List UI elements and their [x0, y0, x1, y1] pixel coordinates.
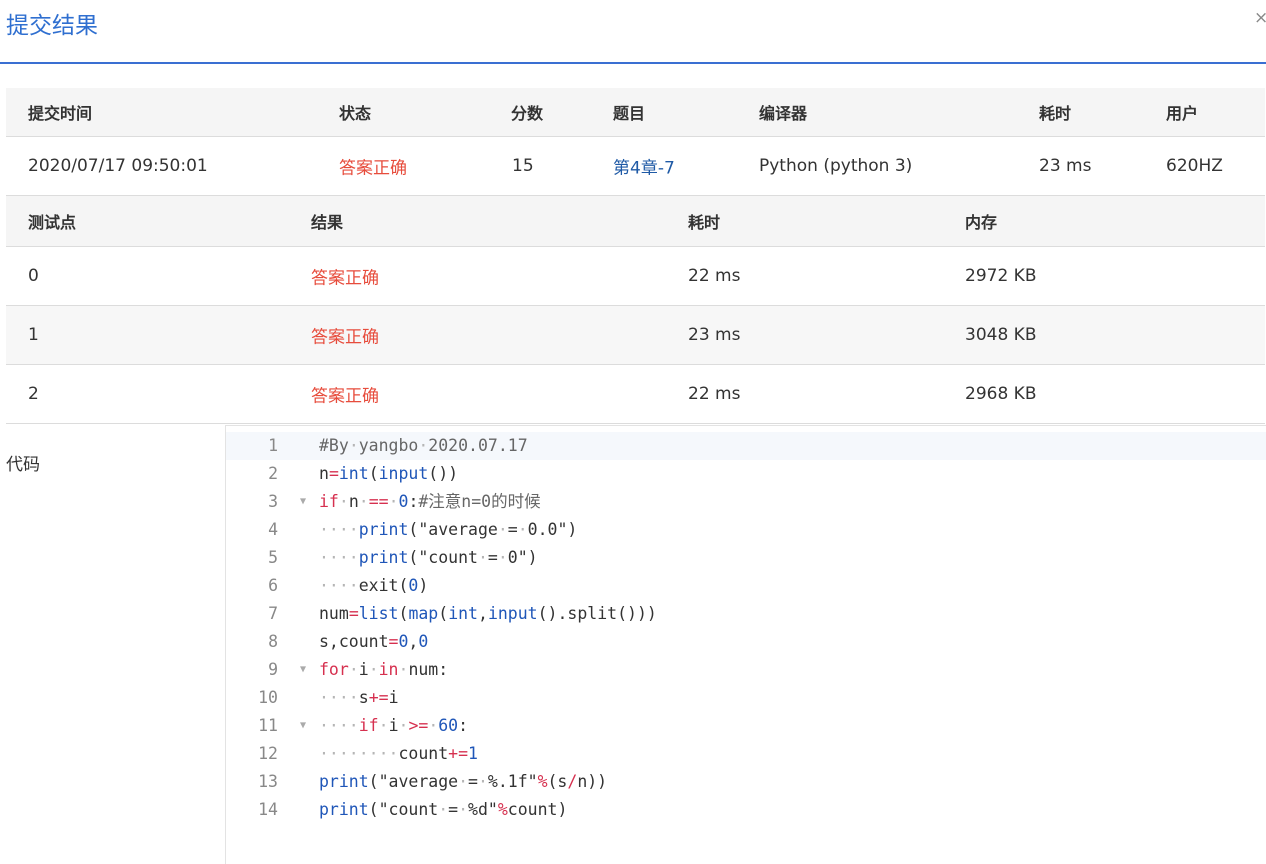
- problem-link[interactable]: 第4章-7: [613, 154, 675, 179]
- test-id: 0: [28, 266, 39, 286]
- code-text: n=int(input()): [319, 464, 459, 483]
- submit-time: 2020/07/17 09:50:01: [28, 156, 208, 176]
- test-memory: 3048 KB: [965, 325, 1037, 345]
- col-elapsed: 耗时: [1039, 104, 1072, 123]
- code-text: ····if·i·>=·60:: [319, 716, 469, 735]
- test-time: 23 ms: [688, 325, 741, 345]
- col-user: 用户: [1166, 104, 1199, 123]
- code-text: s,count=0,0: [319, 632, 429, 651]
- code-text: ····exit(0): [319, 576, 429, 595]
- test-memory: 2968 KB: [965, 384, 1037, 404]
- code-text: num=list(map(int,input().split())): [319, 604, 657, 623]
- code-line[interactable]: 5 ····print("count·=·0"): [226, 544, 1266, 572]
- elapsed-value: 23 ms: [1039, 156, 1092, 176]
- compiler-value: Python (python 3): [759, 156, 913, 176]
- col-test-case: 测试点: [28, 213, 77, 232]
- dialog-header: 提交结果 ×: [0, 0, 1266, 62]
- dialog-title: 提交结果: [6, 13, 98, 39]
- table-row: 1 答案正确 23 ms 3048 KB: [6, 306, 1265, 365]
- col-result: 结果: [311, 213, 344, 232]
- line-number: 11: [258, 716, 278, 735]
- line-number: 13: [258, 772, 278, 791]
- col-test-time: 耗时: [688, 213, 721, 232]
- code-text: ····s+=i: [319, 688, 399, 707]
- fold-arrow-icon[interactable]: ▼: [300, 656, 306, 684]
- col-submit-time: 提交时间: [28, 104, 93, 123]
- line-number: 9: [268, 660, 278, 679]
- code-line[interactable]: 4 ····print("average·=·0.0"): [226, 516, 1266, 544]
- test-time: 22 ms: [688, 384, 741, 404]
- line-number: 12: [258, 744, 278, 763]
- code-text: ····print("average·=·0.0"): [319, 520, 578, 539]
- score-value: 15: [512, 156, 534, 176]
- close-icon[interactable]: ×: [1254, 8, 1266, 28]
- code-text: print("average·=·%.1f"%(s/n)): [319, 772, 608, 791]
- tests-table-header: 测试点 结果 耗时 内存: [6, 196, 1265, 247]
- submission-table-header: 提交时间 状态 分数 题目 编译器 耗时 用户: [6, 88, 1265, 137]
- line-number: 1: [268, 436, 278, 455]
- code-text: #By·yangbo·2020.07.17: [319, 436, 528, 455]
- code-editor[interactable]: 1 #By·yangbo·2020.07.17 2 n=int(input()) 3 ▼ i…: [225, 425, 1266, 864]
- test-result: 答案正确: [311, 268, 379, 289]
- code-line[interactable]: 14 print("count·=·%d"%count): [226, 796, 1266, 824]
- col-problem: 题目: [613, 104, 646, 123]
- status-badge: 答案正确: [339, 158, 407, 179]
- test-memory: 2972 KB: [965, 266, 1037, 286]
- code-line[interactable]: 6 ····exit(0): [226, 572, 1266, 600]
- code-line[interactable]: 1 #By·yangbo·2020.07.17: [226, 432, 1266, 460]
- line-number: 14: [258, 800, 278, 819]
- test-result: 答案正确: [311, 327, 379, 348]
- line-number: 3: [268, 492, 278, 511]
- table-row: 0 答案正确 22 ms 2972 KB: [6, 247, 1265, 306]
- code-line[interactable]: 12 ········count+=1: [226, 740, 1266, 768]
- code-line[interactable]: 9 ▼ for·i·in·num:: [226, 656, 1266, 684]
- header-divider: [0, 62, 1266, 64]
- code-text: for·i·in·num:: [319, 660, 449, 679]
- code-line[interactable]: 13 print("average·=·%.1f"%(s/n)): [226, 768, 1266, 796]
- code-label: 代码: [6, 455, 40, 475]
- col-memory: 内存: [965, 213, 998, 232]
- code-line[interactable]: 7 num=list(map(int,input().split())): [226, 600, 1266, 628]
- test-id: 1: [28, 325, 39, 345]
- line-number: 4: [268, 520, 278, 539]
- code-line[interactable]: 3 ▼ if·n·==·0:#注意n=0的时候: [226, 488, 1266, 516]
- line-number: 10: [258, 688, 278, 707]
- fold-arrow-icon[interactable]: ▼: [300, 712, 306, 740]
- col-compiler: 编译器: [759, 104, 808, 123]
- code-text: ········count+=1: [319, 744, 478, 763]
- code-line[interactable]: 11 ▼ ····if·i·>=·60:: [226, 712, 1266, 740]
- line-number: 6: [268, 576, 278, 595]
- user-value: 620HZ: [1166, 156, 1223, 176]
- code-line[interactable]: 2 n=int(input()): [226, 460, 1266, 488]
- col-score: 分数: [511, 104, 544, 123]
- test-time: 22 ms: [688, 266, 741, 286]
- col-status: 状态: [339, 104, 372, 123]
- code-line[interactable]: 10 ····s+=i: [226, 684, 1266, 712]
- test-id: 2: [28, 384, 39, 404]
- fold-arrow-icon[interactable]: ▼: [300, 488, 306, 516]
- submission-row: 2020/07/17 09:50:01 答案正确 15 第4章-7 Python…: [6, 137, 1265, 196]
- test-result: 答案正确: [311, 386, 379, 407]
- code-text: print("count·=·%d"%count): [319, 800, 568, 819]
- line-number: 5: [268, 548, 278, 567]
- code-text: ····print("count·=·0"): [319, 548, 538, 567]
- line-number: 8: [268, 632, 278, 651]
- line-number: 2: [268, 464, 278, 483]
- code-text: if·n·==·0:#注意n=0的时候: [319, 492, 541, 511]
- line-number: 7: [268, 604, 278, 623]
- table-row: 2 答案正确 22 ms 2968 KB: [6, 365, 1265, 424]
- code-line[interactable]: 8 s,count=0,0: [226, 628, 1266, 656]
